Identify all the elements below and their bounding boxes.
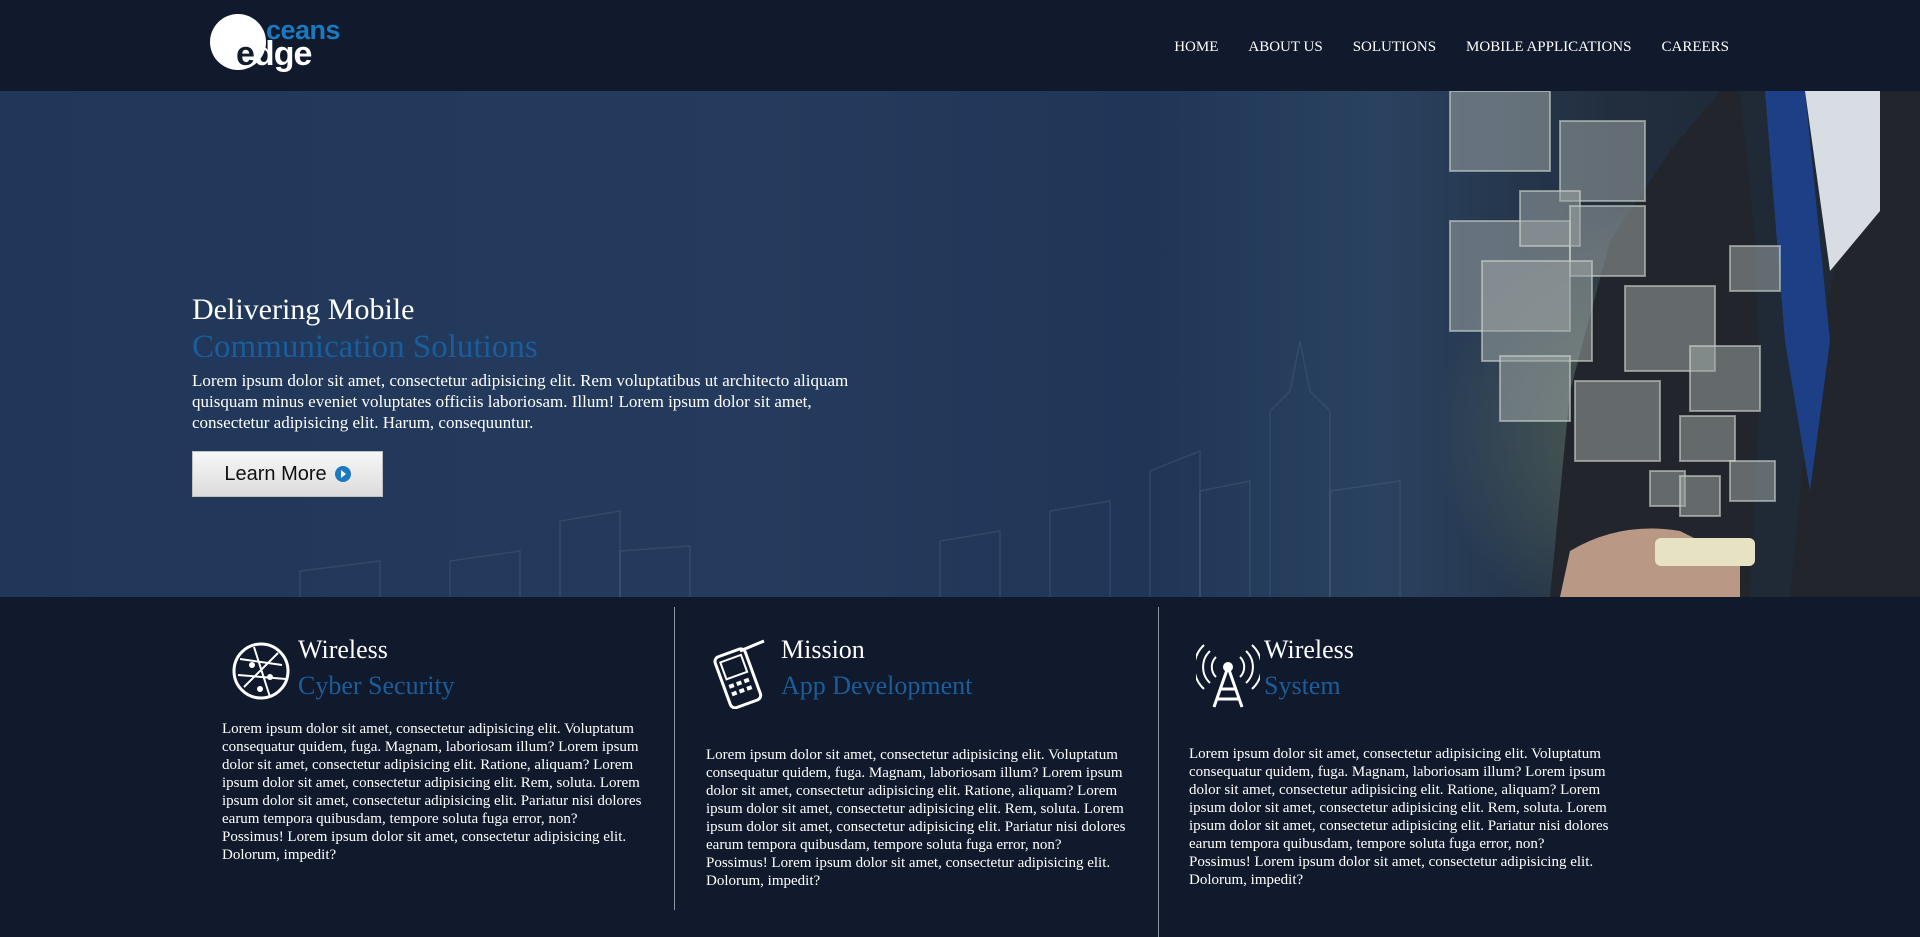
mobile-phone-icon [713,639,765,709]
nav-careers[interactable]: CAREERS [1661,39,1729,56]
businessman-illustration [1449,91,1920,597]
feature-title: Wireless [298,635,388,664]
hero-subtitle: Communication Solutions [192,329,538,365]
site-header: ceans edge HOME ABOUT US SOLUTIONS MOBIL… [0,0,1920,91]
globe-network-icon [232,642,290,700]
nav-mobile-applications[interactable]: MOBILE APPLICATIONS [1466,39,1631,56]
features-section: Wireless Cyber Security Lorem ipsum dolo… [0,597,1920,937]
hero-description: Lorem ipsum dolor sit amet, consectetur … [192,371,849,432]
logo-letter-e: e [236,35,255,73]
arrow-right-circle-icon [334,466,351,482]
feature-description: Lorem ipsum dolor sit amet, consectetur … [706,747,1126,889]
feature-subtitle: App Development [781,671,973,700]
feature-subtitle: Cyber Security [298,671,455,700]
nav-home[interactable]: HOME [1174,39,1218,56]
feature-title: Mission [781,635,865,664]
logo-text-bottom: edge [236,35,312,74]
learn-more-label: Learn More [224,462,327,485]
radio-tower-icon [1196,644,1260,708]
feature-description: Lorem ipsum dolor sit amet, consectetur … [222,721,642,863]
learn-more-button[interactable]: Learn More [192,451,383,497]
logo-letters-dge: dge [253,35,312,73]
hero-content: Delivering Mobile Communication Solution… [192,292,892,433]
feature-description: Lorem ipsum dolor sit amet, consectetur … [1189,746,1609,888]
divider-1 [674,607,675,910]
nav-about-us[interactable]: ABOUT US [1248,39,1322,56]
feature-title: Wireless [1264,635,1354,664]
feature-subtitle: System [1264,671,1341,700]
hero-banner: Delivering Mobile Communication Solution… [0,91,1920,597]
logo[interactable]: ceans edge [208,12,358,76]
divider-2 [1158,607,1159,937]
nav-solutions[interactable]: SOLUTIONS [1353,39,1436,56]
main-nav: HOME ABOUT US SOLUTIONS MOBILE APPLICATI… [1144,39,1729,56]
hero-title: Delivering Mobile [192,293,415,326]
